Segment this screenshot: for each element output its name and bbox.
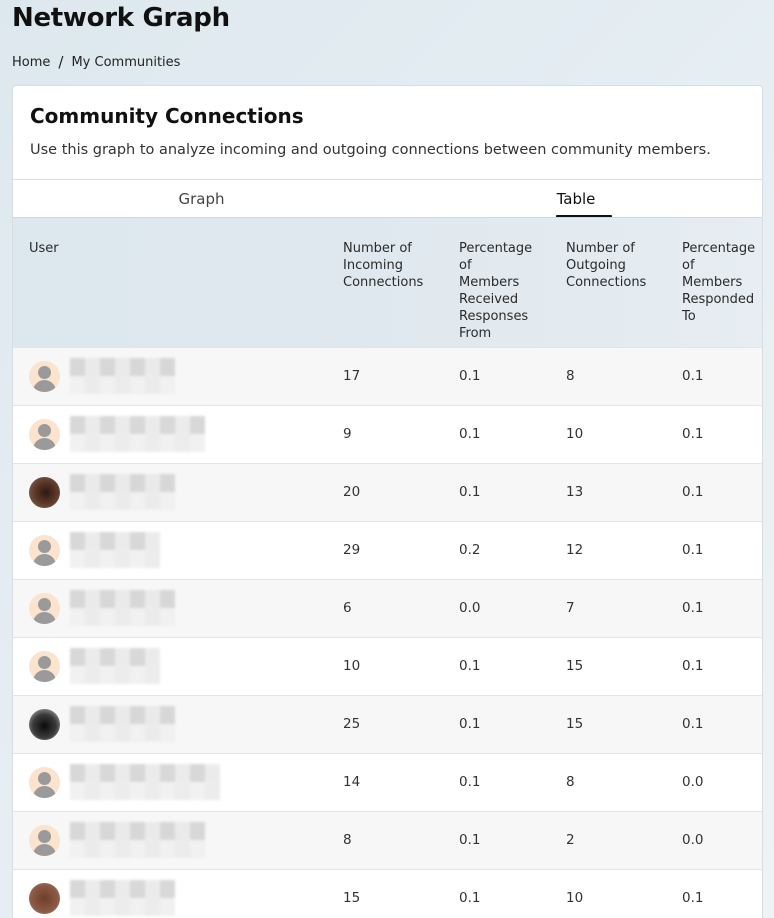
breadcrumb-separator: /	[58, 53, 64, 71]
table-body: 17 0.1 8 0.1 9 0.1 10 0.1 20 0.1 13 0.1 29 0.2 12 0.1 6 0…	[13, 347, 762, 918]
table-row[interactable]: 25 0.1 15 0.1	[13, 695, 762, 753]
incoming-count: 17	[343, 368, 361, 384]
pct-received-value: 0.1	[459, 890, 481, 906]
user-name-redacted[interactable]	[70, 590, 175, 626]
table-row[interactable]: 6 0.0 7 0.1	[13, 579, 762, 637]
pct-responded-value: 0.1	[682, 658, 704, 674]
table-header: User Number of Incoming Connections Perc…	[13, 217, 762, 347]
column-header-outgoing[interactable]: Number of Outgoing Connections	[566, 240, 666, 291]
user-name-redacted[interactable]	[70, 822, 205, 858]
table-row[interactable]: 9 0.1 10 0.1	[13, 405, 762, 463]
page-title: Network Graph	[12, 3, 230, 33]
outgoing-count: 7	[566, 600, 575, 616]
incoming-count: 25	[343, 716, 361, 732]
outgoing-count: 8	[566, 774, 575, 790]
pct-received-value: 0.0	[459, 600, 481, 616]
outgoing-count: 10	[566, 890, 584, 906]
incoming-count: 6	[343, 600, 352, 616]
pct-received-value: 0.1	[459, 484, 481, 500]
pct-responded-value: 0.1	[682, 716, 704, 732]
pct-responded-value: 0.1	[682, 426, 704, 442]
outgoing-count: 15	[566, 658, 584, 674]
outgoing-count: 13	[566, 484, 584, 500]
outgoing-count: 10	[566, 426, 584, 442]
incoming-count: 15	[343, 890, 361, 906]
incoming-count: 29	[343, 542, 361, 558]
incoming-count: 9	[343, 426, 352, 442]
default-avatar-icon[interactable]	[29, 535, 60, 566]
breadcrumb: Home / My Communities	[12, 53, 180, 71]
pct-responded-value: 0.1	[682, 890, 704, 906]
user-name-redacted[interactable]	[70, 648, 160, 684]
tab-graph[interactable]: Graph	[153, 180, 250, 218]
pct-responded-value: 0.0	[682, 774, 704, 790]
default-avatar-icon[interactable]	[29, 593, 60, 624]
pct-received-value: 0.1	[459, 368, 481, 384]
pct-responded-value: 0.1	[682, 368, 704, 384]
user-name-redacted[interactable]	[70, 532, 160, 568]
pct-received-value: 0.1	[459, 426, 481, 442]
table-row[interactable]: 14 0.1 8 0.0	[13, 753, 762, 811]
breadcrumb-current: My Communities	[71, 54, 181, 70]
column-header-user[interactable]: User	[29, 240, 59, 257]
outgoing-count: 15	[566, 716, 584, 732]
pct-responded-value: 0.1	[682, 542, 704, 558]
breadcrumb-home-link[interactable]: Home	[12, 55, 50, 70]
pct-received-value: 0.1	[459, 832, 481, 848]
column-header-incoming[interactable]: Number of Incoming Connections	[343, 240, 443, 291]
outgoing-count: 2	[566, 832, 575, 848]
user-photo-avatar[interactable]	[29, 477, 60, 508]
pct-received-value: 0.1	[459, 716, 481, 732]
user-name-redacted[interactable]	[70, 358, 175, 394]
user-photo-avatar[interactable]	[29, 883, 60, 914]
table-row[interactable]: 29 0.2 12 0.1	[13, 521, 762, 579]
table-row[interactable]: 20 0.1 13 0.1	[13, 463, 762, 521]
default-avatar-icon[interactable]	[29, 651, 60, 682]
pct-received-value: 0.1	[459, 658, 481, 674]
user-photo-avatar[interactable]	[29, 709, 60, 740]
user-name-redacted[interactable]	[70, 880, 175, 916]
column-header-pct-received[interactable]: Percentage of Members Received Responses…	[459, 240, 549, 342]
card-description: Use this graph to analyze incoming and o…	[30, 142, 711, 158]
table-row[interactable]: 8 0.1 2 0.0	[13, 811, 762, 869]
column-header-pct-responded[interactable]: Percentage of Members Responded To	[682, 240, 762, 325]
user-name-redacted[interactable]	[70, 764, 220, 800]
user-name-redacted[interactable]	[70, 474, 175, 510]
default-avatar-icon[interactable]	[29, 419, 60, 450]
pct-responded-value: 0.1	[682, 484, 704, 500]
outgoing-count: 12	[566, 542, 584, 558]
default-avatar-icon[interactable]	[29, 825, 60, 856]
pct-responded-value: 0.1	[682, 600, 704, 616]
incoming-count: 8	[343, 832, 352, 848]
pct-received-value: 0.1	[459, 774, 481, 790]
table-row[interactable]: 17 0.1 8 0.1	[13, 347, 762, 405]
user-name-redacted[interactable]	[70, 706, 175, 742]
community-connections-card: Community Connections Use this graph to …	[12, 85, 763, 918]
default-avatar-icon[interactable]	[29, 767, 60, 798]
default-avatar-icon[interactable]	[29, 361, 60, 392]
outgoing-count: 8	[566, 368, 575, 384]
tab-table[interactable]: Table	[551, 180, 612, 219]
view-tabs: Graph Table	[13, 179, 762, 219]
table-row[interactable]: 15 0.1 10 0.1	[13, 869, 762, 918]
pct-responded-value: 0.0	[682, 832, 704, 848]
user-name-redacted[interactable]	[70, 416, 205, 452]
incoming-count: 20	[343, 484, 361, 500]
incoming-count: 14	[343, 774, 361, 790]
incoming-count: 10	[343, 658, 361, 674]
pct-received-value: 0.2	[459, 542, 481, 558]
card-title: Community Connections	[30, 104, 304, 128]
table-row[interactable]: 10 0.1 15 0.1	[13, 637, 762, 695]
connections-table: User Number of Incoming Connections Perc…	[13, 217, 762, 918]
